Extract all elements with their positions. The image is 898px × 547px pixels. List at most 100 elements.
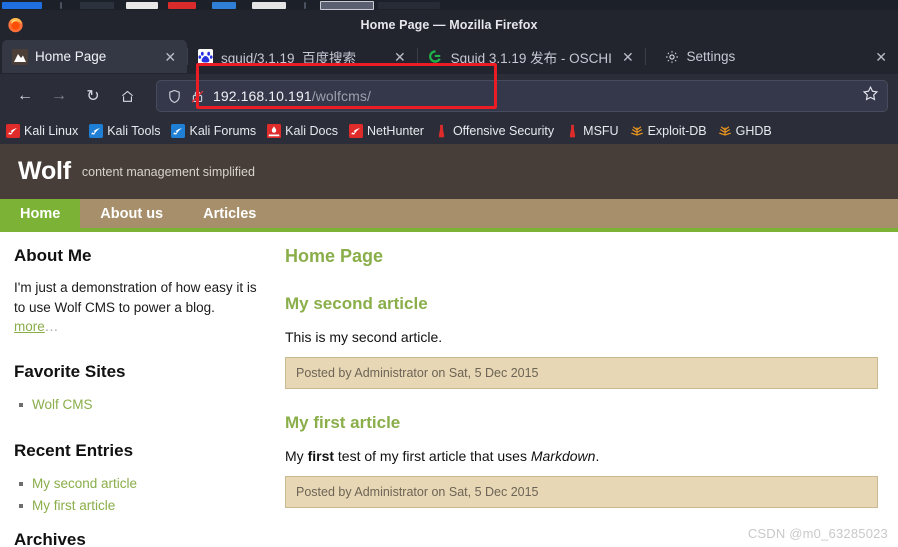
baidu-favicon-icon <box>198 49 214 65</box>
article-body-mid: test of my first article that uses <box>334 448 531 464</box>
site-navigation: Home About us Articles <box>0 199 898 232</box>
taskbar-icon-active[interactable] <box>320 0 374 10</box>
about-me-text: I'm just a demonstration of how easy it … <box>14 280 257 315</box>
taskbar-icon-1[interactable] <box>2 1 42 9</box>
site-header: Wolf content management simplified <box>0 144 898 199</box>
taskbar-icon-7[interactable] <box>378 1 440 9</box>
msfu-icon <box>565 124 579 138</box>
sidebar: About Me I'm just a demonstration of how… <box>0 246 277 547</box>
tab-oschina-squid[interactable]: Squid 3.1.19 发布 - OSCHI ✕ <box>418 40 645 73</box>
exploitdb-icon <box>630 124 644 138</box>
taskbar-icon-3[interactable] <box>126 1 158 9</box>
taskbar-divider-1 <box>60 1 62 9</box>
taskbar-divider-2 <box>304 1 306 9</box>
recent-entry-link[interactable]: My second article <box>32 476 137 491</box>
article-body: My first test of my first article that u… <box>285 448 878 464</box>
tab-baidu-squid[interactable]: squid/3.1.19_百度搜索 ✕ <box>188 40 417 73</box>
article-body-italic: Markdown <box>530 448 596 464</box>
insecure-padlock-icon[interactable] <box>190 89 205 104</box>
article-body-suffix: . <box>595 448 600 464</box>
site-nav-home[interactable]: Home <box>0 199 81 228</box>
recent-entry-link[interactable]: My first article <box>32 498 115 513</box>
shield-icon[interactable] <box>167 89 182 104</box>
bookmark-nethunter[interactable]: NetHunter <box>348 124 424 138</box>
list-item[interactable]: My first article <box>19 495 257 517</box>
window-titlebar: Home Page — Mozilla Firefox <box>0 10 898 39</box>
bookmark-label: GHDB <box>735 124 772 138</box>
site-logo: Wolf <box>18 157 71 185</box>
star-icon[interactable] <box>862 85 879 107</box>
list-item[interactable]: My second article <box>19 473 257 495</box>
taskbar-icon-5[interactable] <box>212 1 236 9</box>
favorite-link[interactable]: Wolf CMS <box>32 397 93 412</box>
os-taskbar[interactable] <box>0 0 898 10</box>
article-meta: Posted by Administrator on Sat, 5 Dec 20… <box>285 476 878 508</box>
article-body: This is my second article. <box>285 329 443 345</box>
url-path: /wolfcms/ <box>311 88 371 104</box>
recent-entries-list: My second article My first article <box>14 473 257 516</box>
bookmark-label: NetHunter <box>366 124 424 138</box>
page-title: Home Page <box>285 246 384 266</box>
bookmark-kali-linux[interactable]: Kali Linux <box>6 124 78 138</box>
article-body-bold: first <box>307 448 335 464</box>
tab-home-page[interactable]: Home Page ✕ <box>2 40 188 73</box>
tab-close-icon[interactable]: ✕ <box>872 48 890 66</box>
list-item[interactable]: Wolf CMS <box>19 394 257 416</box>
kali-dragon-icon <box>6 124 20 138</box>
home-button[interactable] <box>112 81 142 111</box>
bookmark-exploit-db[interactable]: Exploit-DB <box>630 124 707 138</box>
tab-close-icon[interactable]: ✕ <box>619 48 637 66</box>
taskbar-icon-4[interactable] <box>168 1 196 9</box>
about-me-heading: About Me <box>14 246 92 265</box>
url-bar[interactable]: 192.168.10.191/wolfcms/ <box>156 80 888 112</box>
kali-tools-icon <box>89 124 104 138</box>
article-first: My first article My first test of my fir… <box>285 413 878 508</box>
offsec-icon <box>435 124 449 138</box>
bookmark-msfu[interactable]: MSFU <box>565 124 619 138</box>
favorite-sites-list: Wolf CMS <box>14 394 257 416</box>
bookmark-kali-forums[interactable]: Kali Forums <box>171 124 256 138</box>
bookmark-ghdb[interactable]: GHDB <box>718 124 772 138</box>
about-me-more[interactable]: more... <box>14 318 257 336</box>
url-host: 192.168.10.191 <box>213 88 312 104</box>
taskbar-icon-2[interactable] <box>80 1 114 9</box>
tab-label: Squid 3.1.19 发布 - OSCHI <box>450 50 612 66</box>
bookmark-label: Exploit-DB <box>647 124 707 138</box>
bookmarks-bar: Kali Linux Kali Tools Kali Forums Kali D… <box>0 118 898 144</box>
forward-button[interactable]: → <box>44 81 74 111</box>
bookmark-offensive-security[interactable]: Offensive Security <box>435 124 554 138</box>
bookmark-label: Offensive Security <box>452 124 555 138</box>
more-dots: ... <box>44 317 59 335</box>
archives-heading: Archives <box>14 530 86 547</box>
firefox-window: Home Page — Mozilla Firefox Home Page ✕ <box>0 10 898 547</box>
reload-button[interactable]: ↻ <box>78 81 108 111</box>
main-column: Home Page My second article This is my s… <box>277 246 898 547</box>
bookmark-label: Kali Forums <box>189 124 257 138</box>
bookmark-label: MSFU <box>583 124 619 138</box>
bookmark-kali-tools[interactable]: Kali Tools <box>89 124 160 138</box>
bookmark-kali-docs[interactable]: Kali Docs <box>267 124 338 138</box>
taskbar-icon-6[interactable] <box>252 1 286 9</box>
url-text[interactable]: 192.168.10.191/wolfcms/ <box>213 88 854 104</box>
tab-settings[interactable]: Settings ✕ <box>646 40 898 73</box>
kali-forums-icon <box>171 124 186 138</box>
oschina-favicon-icon <box>428 49 444 65</box>
tab-close-icon[interactable]: ✕ <box>161 48 179 66</box>
article-title[interactable]: My first article <box>285 413 878 433</box>
more-link[interactable]: more <box>14 319 45 334</box>
tab-close-icon[interactable]: ✕ <box>391 48 409 66</box>
wolf-favicon-icon <box>12 48 28 65</box>
page-content: Wolf content management simplified Home … <box>0 144 898 547</box>
article-title[interactable]: My second article <box>285 294 878 314</box>
gear-icon <box>664 49 680 65</box>
site-nav-articles[interactable]: Articles <box>183 199 276 228</box>
tab-label: Home Page <box>35 49 107 64</box>
nethunter-icon <box>348 124 363 138</box>
page-body: About Me I'm just a demonstration of how… <box>0 232 898 547</box>
site-nav-about-us[interactable]: About us <box>80 199 183 228</box>
article-second: My second article This is my second arti… <box>285 294 878 389</box>
watermark: CSDN @m0_63285023 <box>747 526 888 541</box>
back-button[interactable]: ← <box>10 81 40 111</box>
tab-label: squid/3.1.19_百度搜索 <box>220 50 357 66</box>
ghdb-icon <box>718 124 732 138</box>
